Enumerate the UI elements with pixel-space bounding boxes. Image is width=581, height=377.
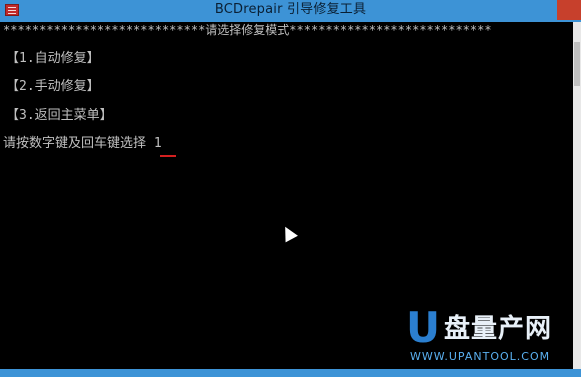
window-bottom-border	[0, 369, 581, 377]
title-bar[interactable]: BCDrepair 引导修复工具	[0, 0, 581, 22]
watermark-site-name: 盘量产网	[444, 314, 553, 344]
menu-item-auto-repair: 【1.自动修复】	[6, 51, 100, 66]
window-title: BCDrepair 引导修复工具	[214, 2, 367, 17]
menu-item-manual-repair: 【2.手动修复】	[6, 79, 100, 94]
input-cursor-underline	[160, 155, 176, 157]
menu-item-return-main: 【3.返回主菜单】	[6, 108, 113, 123]
console-window: BCDrepair 引导修复工具 ***********************…	[0, 0, 581, 377]
watermark-u-letter: U	[406, 303, 441, 352]
vertical-scrollbar[interactable]	[573, 22, 581, 369]
close-button[interactable]	[557, 0, 581, 20]
input-prompt[interactable]: 请按数字键及回车键选择 1	[3, 136, 162, 152]
watermark-logo: U 盘量产网 WWW.UPANTOOL.COM	[400, 300, 572, 366]
watermark-url: WWW.UPANTOOL.COM	[410, 350, 551, 363]
scrollbar-thumb[interactable]	[574, 42, 580, 86]
menu-header: ****************************请选择修复模式*****…	[3, 23, 492, 37]
